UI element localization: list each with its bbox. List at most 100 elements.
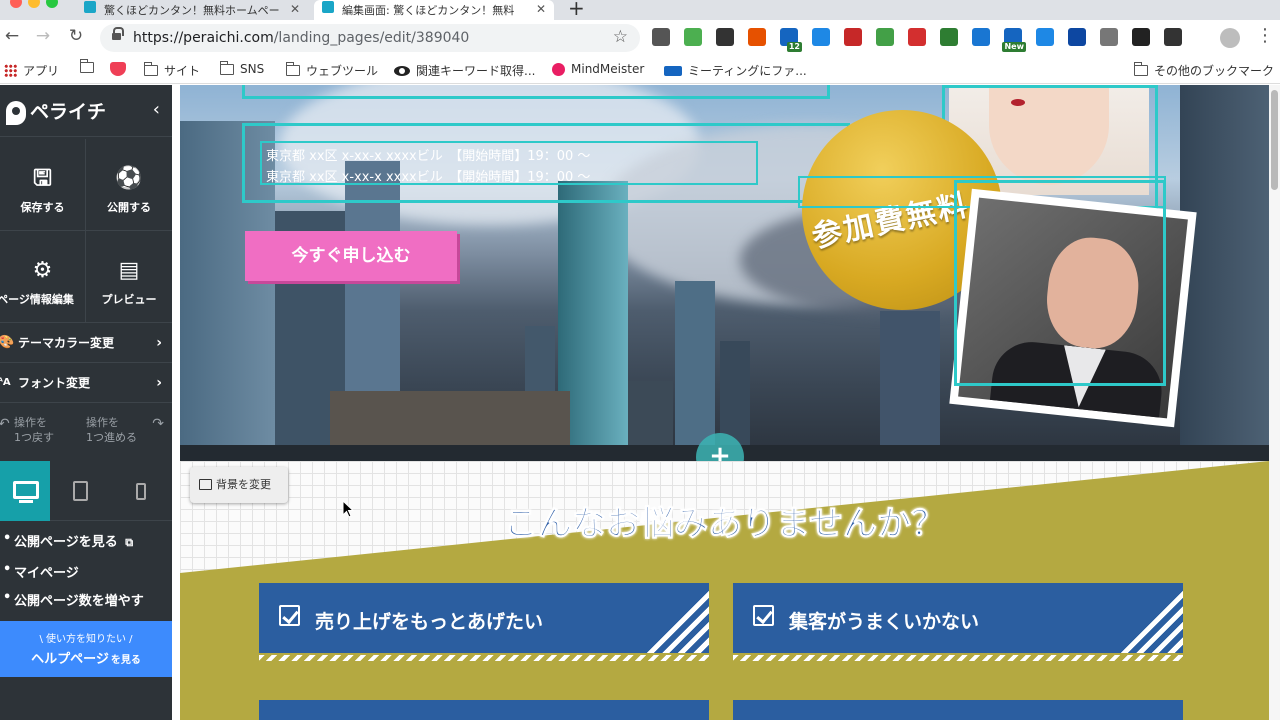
problem-card[interactable] (733, 700, 1183, 720)
page-icon[interactable] (812, 28, 830, 46)
building-image (1180, 85, 1269, 461)
browser-toolbar: ← → ↻ https://peraichi.com/landing_pages… (0, 20, 1280, 56)
building-image (675, 281, 715, 461)
problem-card[interactable]: 集客がうまくいかない (733, 583, 1183, 661)
code-icon[interactable] (780, 28, 802, 52)
bookmark-sns[interactable]: SNS (220, 60, 264, 76)
browser-tab-1[interactable]: 驚くほどカンタン！無料ホームペー ✕ (76, 0, 308, 20)
folder-icon (286, 62, 300, 76)
close-tab-icon[interactable]: ✕ (290, 2, 300, 16)
dots-icon[interactable] (844, 28, 862, 46)
bookmark-other[interactable]: その他のブックマーク (1134, 62, 1274, 79)
zoom-window-button[interactable] (46, 0, 58, 8)
desktop-view-button[interactable] (0, 461, 50, 521)
bw-icon[interactable] (1132, 28, 1150, 46)
my-page-link[interactable]: マイページ (0, 562, 172, 581)
undo-button[interactable]: ↶ 操作を 1つ戻す (0, 403, 86, 455)
close-tab-icon[interactable]: ✕ (536, 2, 546, 16)
tab-bar: 驚くほどカンタン！無料ホームペー ✕ 編集画面: 驚くほどカンタン！無料 ✕ + (0, 0, 1280, 20)
undo-icon: ↶ (0, 416, 10, 432)
eyedropper-icon[interactable] (652, 28, 670, 46)
theme-color-button[interactable]: 🎨 テーマカラー変更 › (0, 323, 172, 363)
forward-icon[interactable]: → (31, 26, 55, 46)
evernote-icon[interactable] (876, 28, 894, 46)
publish-button[interactable]: ⚽ 公開する (86, 139, 172, 231)
chevron-right-icon: › (156, 375, 162, 391)
bookmark-star-icon[interactable]: ☆ (613, 27, 628, 47)
tab-title: 編集画面: 驚くほどカンタン！無料 (342, 4, 515, 17)
checkbox-icon (279, 605, 300, 626)
refresh-icon[interactable] (940, 28, 958, 46)
new-icon[interactable] (1002, 28, 1026, 52)
folder-icon (144, 62, 158, 76)
mouse-cursor-icon (342, 500, 354, 518)
minimize-window-button[interactable] (28, 0, 40, 8)
checkbox-icon (753, 605, 774, 626)
folder-icon (80, 59, 94, 73)
calendar-icon[interactable] (908, 28, 926, 46)
profile-avatar[interactable] (1220, 28, 1240, 48)
save-button[interactable]: 🖫 保存する (0, 139, 86, 231)
editor-sidebar: ペライチ ‹ 🖫 保存する ⚽ 公開する ⚙ ページ情報編集 ▤ プレビュー 🎨… (0, 85, 172, 720)
bookmark-meeting[interactable]: ミーティングにファ... (664, 62, 807, 79)
download-icon[interactable] (1036, 28, 1054, 46)
colorzilla-icon[interactable] (684, 28, 702, 46)
font-change-button[interactable]: ᴬA フォント変更 › (0, 363, 172, 403)
peraichi-favicon-icon (84, 1, 96, 13)
info-text-line[interactable]: 東京都 xx区 x-xx-x xxxxビル 【開始時間】19：00 ～ (266, 145, 590, 164)
scrollbar-thumb[interactable] (1271, 90, 1278, 190)
building-image (880, 311, 940, 461)
chevron-right-icon: › (156, 335, 162, 351)
tablet-view-button[interactable] (58, 461, 108, 521)
recycle-icon[interactable] (716, 28, 734, 46)
bookmark-pocket[interactable] (110, 62, 126, 76)
apps-grid-icon (4, 64, 17, 77)
page-info-edit-button[interactable]: ⚙ ページ情報編集 (0, 231, 86, 323)
bookmark-mindmeister[interactable]: MindMeister (552, 62, 644, 76)
tinymce-icon[interactable] (1100, 28, 1118, 46)
new-tab-button[interactable]: + (568, 0, 585, 20)
redo-button[interactable]: 操作を 1つ進める ↷ (86, 403, 172, 455)
bookmark-site[interactable]: サイト (144, 62, 200, 79)
external-link-icon: ⧉ (125, 536, 134, 549)
menu-dots-icon[interactable]: ⋮ (1256, 25, 1274, 46)
pocket-icon (110, 62, 126, 76)
gear-icon: ⚙ (32, 258, 53, 283)
collapse-sidebar-icon[interactable]: ‹ (153, 99, 160, 120)
bookmark-webtools[interactable]: ウェブツール (286, 62, 378, 79)
info-text-line[interactable]: 東京都 xx区 x-xx-x xxxxビル 【開始時間】19：00 ～ (266, 166, 590, 185)
preview-page-icon: ▤ (118, 258, 140, 283)
address-bar[interactable]: https://peraichi.com/landing_pages/edit/… (100, 24, 640, 52)
bookmark-folder-1[interactable] (80, 59, 94, 73)
eye-icon (394, 65, 410, 76)
preview-button[interactable]: ▤ プレビュー (86, 231, 172, 323)
browser-tab-2[interactable]: 編集画面: 驚くほどカンタン！無料 ✕ (314, 0, 554, 20)
increase-pages-link[interactable]: 公開ページ数を増やす (0, 590, 172, 609)
view-public-page-link[interactable]: 公開ページを見る ⧉ (0, 531, 172, 550)
honey-icon[interactable] (748, 28, 766, 46)
pocket-icon[interactable] (1164, 28, 1182, 46)
bi-icon[interactable] (972, 28, 990, 46)
mobile-icon (136, 483, 146, 500)
problem-card[interactable]: 売り上げをもっとあげたい (259, 583, 709, 661)
font-icon: ᴬA (0, 377, 11, 388)
close-window-button[interactable] (10, 0, 22, 8)
mobile-view-button[interactable] (118, 461, 168, 521)
bookmark-apps[interactable]: アプリ (4, 62, 59, 79)
peraichi-logo: ペライチ (6, 97, 106, 125)
back-icon[interactable]: ← (0, 26, 24, 46)
reload-icon[interactable]: ↻ (64, 26, 88, 46)
apply-now-button[interactable]: 今すぐ申し込む (245, 231, 457, 281)
device-switcher (0, 461, 172, 521)
bookmarks-bar: アプリ サイト SNS ウェブツール 関連キーワード取得... MindMeis… (0, 56, 1280, 84)
meeting-icon (664, 65, 682, 76)
lock-icon (112, 27, 124, 42)
save-disk-icon: 🖫 (33, 166, 52, 191)
v-icon[interactable] (1068, 28, 1086, 46)
help-page-button[interactable]: \ 使い方を知りたい / ヘルプページ を見る (0, 621, 172, 677)
bookmark-keywords[interactable]: 関連キーワード取得... (394, 62, 535, 79)
problem-card[interactable] (259, 700, 709, 720)
title-frame (242, 85, 830, 99)
url-text: https://peraichi.com/landing_pages/edit/… (133, 30, 470, 46)
peraichi-logo-icon (6, 100, 26, 125)
